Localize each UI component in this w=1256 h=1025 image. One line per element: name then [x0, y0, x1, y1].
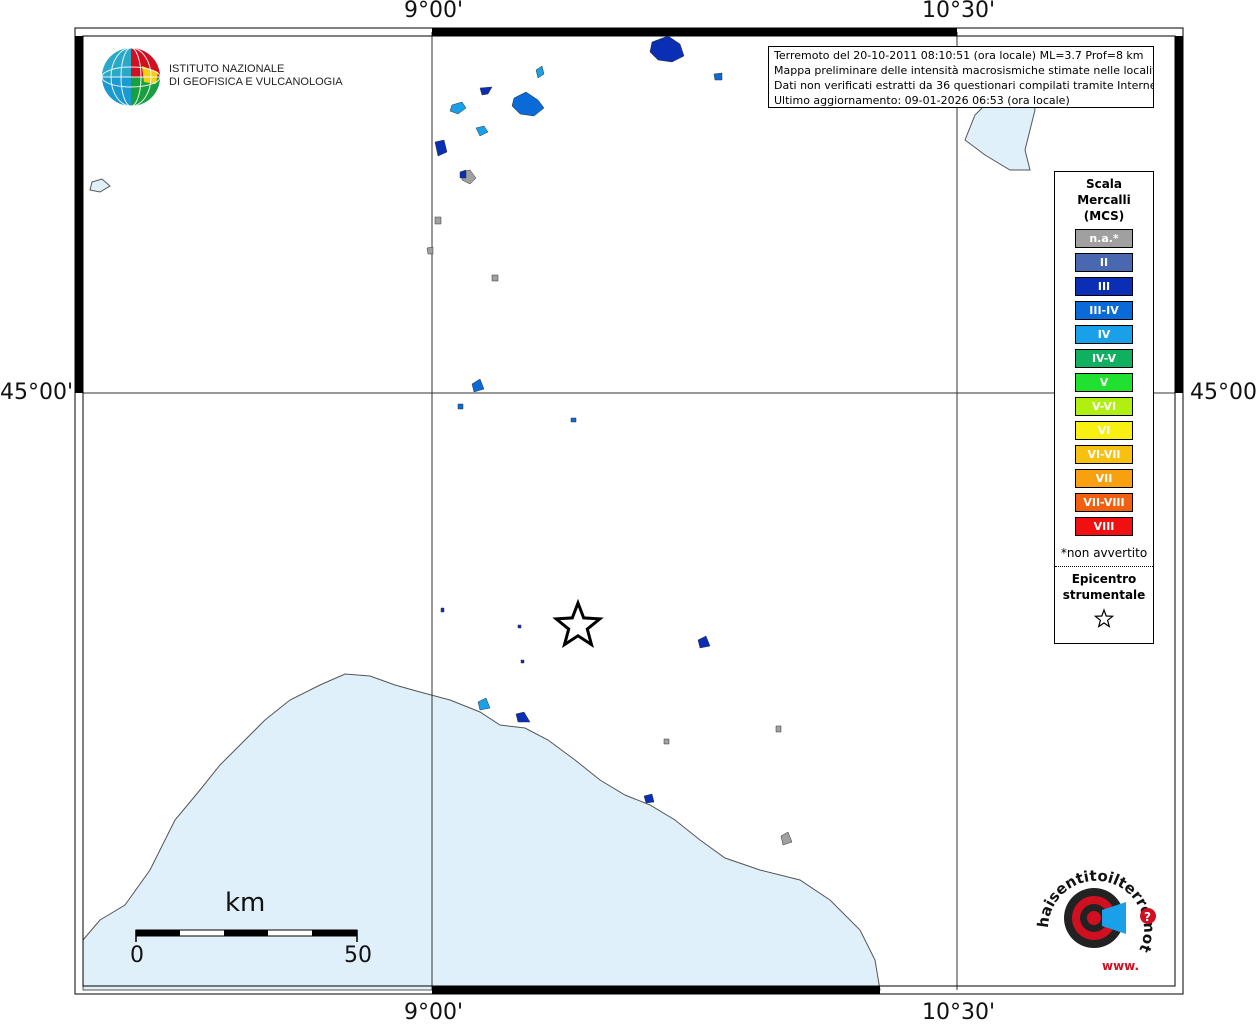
locality-marker [780, 831, 793, 846]
scale-min: 0 [130, 943, 144, 968]
legend-swatch: VII-VIII [1075, 493, 1133, 512]
legend-swatch: VII [1075, 469, 1133, 488]
ingv-logo-icon [101, 47, 161, 107]
tick-lon-1030-bottom: 10°30' [922, 1000, 996, 1025]
tick-lon-9-bottom: 9°00' [404, 1000, 464, 1025]
locality-marker [477, 697, 491, 711]
locality-marker [449, 101, 467, 115]
scale-unit: km [225, 888, 266, 918]
legend-swatch: IV [1075, 325, 1133, 344]
locality-marker [697, 635, 711, 649]
event-info-line: Terremoto del 20-10-2011 08:10:51 (ora l… [774, 49, 1144, 62]
locality-marker [459, 169, 467, 179]
legend-swatch: II [1075, 253, 1133, 272]
legend-note: *non avvertito [1060, 546, 1148, 560]
legend-swatch: III-IV [1075, 301, 1133, 320]
tick-lat-45-left: 45°00' [0, 380, 74, 405]
event-info-box: Terremoto del 20-10-2011 08:10:51 (ora l… [768, 46, 1154, 108]
event-info-line: Ultimo aggiornamento: 09-01-2026 06:53 (… [774, 94, 1070, 107]
tick-lat-45-right: 45°00' [1190, 380, 1256, 405]
mercalli-legend: Scala Mercalli (MCS) n.a.* II III III-IV IV I… [1054, 171, 1154, 644]
legend-swatch: n.a.* [1075, 229, 1133, 248]
frame-bar-top [432, 28, 957, 36]
legend-title-line: Mercalli [1077, 193, 1131, 207]
locality-marker [426, 246, 434, 255]
locality-marker [713, 72, 723, 81]
locality-marker [511, 91, 545, 117]
epicenter-star [552, 598, 604, 649]
locality-marker [517, 624, 522, 629]
tick-lon-9-top: 9°00' [404, 0, 464, 23]
locality-marker [520, 659, 525, 664]
locality-marker [475, 125, 489, 137]
legend-title-line: Scala [1085, 177, 1123, 191]
event-info-line: Mappa preliminare delle intensità macros… [774, 64, 1154, 77]
frame-bar-left [75, 36, 83, 393]
frame-bar-bottom [432, 986, 880, 994]
legend-swatches: n.a.* II III III-IV IV IV-V V V-VI VI VI-VII VII VI… [1055, 229, 1153, 536]
legend-swatch: VIII [1075, 517, 1133, 536]
tick-lon-1030-top: 10°30' [922, 0, 996, 23]
legend-swatch: VI [1075, 421, 1133, 440]
legend-swatch: IV-V [1075, 349, 1133, 368]
locality-marker [643, 793, 655, 804]
locality-marker [663, 738, 670, 745]
scale-max: 50 [344, 943, 372, 968]
hst-logo-prefix: www. [1102, 959, 1139, 973]
locality-marker [471, 378, 485, 393]
legend-title: Scala Mercalli (MCS) [1055, 176, 1153, 224]
locality-marker [434, 139, 448, 157]
lake-small [89, 178, 111, 193]
locality-marker [535, 65, 545, 79]
locality-marker [491, 274, 499, 282]
locality-marker [440, 607, 445, 613]
locality-marker [570, 417, 577, 423]
locality-marker [479, 86, 493, 96]
legend-title-line: (MCS) [1083, 209, 1125, 223]
legend-epicenter-line: strumentale [1062, 588, 1146, 602]
frame-bar-right [1175, 36, 1183, 393]
legend-epicenter-line: Epicentro [1071, 572, 1137, 586]
haisentito-logo-icon: haisentitoilterremoto.it www. ? [1030, 858, 1158, 973]
legend-separator [1055, 566, 1153, 567]
legend-epicenter-label: Epicentro strumentale [1055, 571, 1153, 603]
svg-text:?: ? [1144, 910, 1151, 924]
locality-marker [775, 725, 782, 733]
legend-star-icon [1093, 608, 1115, 628]
sea-area [82, 673, 881, 991]
legend-swatch: VI-VII [1075, 445, 1133, 464]
locality-marker [515, 711, 531, 723]
locality-marker [434, 216, 442, 225]
institute-name-line: DI GEOFISICA E VULCANOLOGIA [169, 76, 343, 88]
locality-marker [457, 403, 464, 410]
institute-name-line: ISTITUTO NAZIONALE [169, 63, 285, 75]
legend-swatch: III [1075, 277, 1133, 296]
event-info-line: Dati non verificati estratti da 36 quest… [774, 79, 1154, 92]
locality-marker [649, 35, 685, 63]
legend-swatch: V-VI [1075, 397, 1133, 416]
legend-swatch: V [1075, 373, 1133, 392]
institute-name: ISTITUTO NAZIONALE DI GEOFISICA E VULCAN… [169, 63, 343, 89]
